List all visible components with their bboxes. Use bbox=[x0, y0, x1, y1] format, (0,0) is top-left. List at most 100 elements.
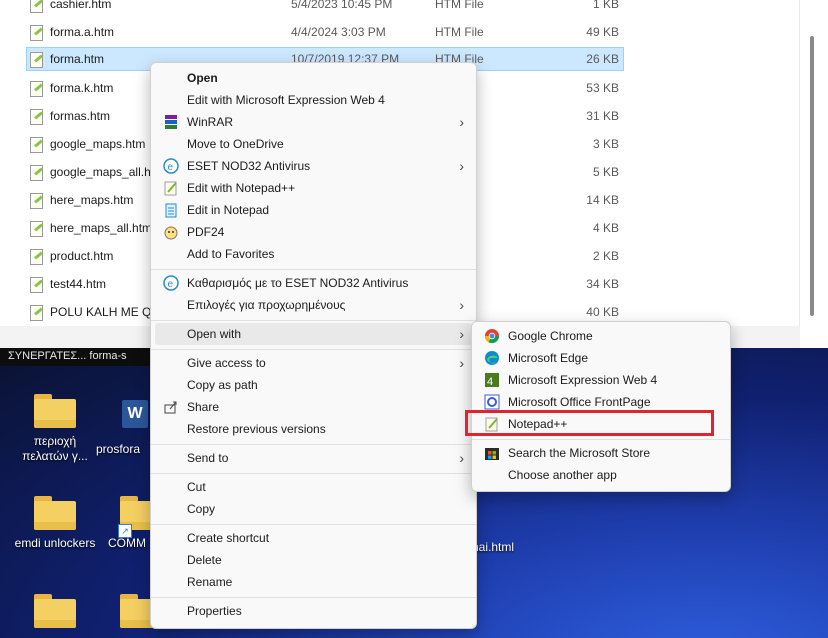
chrome-icon bbox=[484, 329, 500, 344]
file-size: 53 KB bbox=[586, 81, 619, 95]
menu-item-give-access-to[interactable]: Give access to › bbox=[155, 352, 472, 374]
htm-file-icon bbox=[30, 137, 43, 153]
app-label: Google Chrome bbox=[508, 329, 593, 343]
menu-item-add-to-favorites[interactable]: Add to Favorites bbox=[155, 243, 472, 265]
app-search-microsoft-store[interactable]: Search the Microsoft Store bbox=[476, 442, 726, 464]
menu-separator bbox=[151, 597, 476, 598]
frontpage-icon bbox=[484, 394, 500, 410]
desktop-icon-folder[interactable]: emdi unlockers bbox=[14, 496, 96, 551]
svg-text:e: e bbox=[168, 162, 174, 173]
app-label: Choose another app bbox=[508, 468, 617, 482]
htm-file-icon bbox=[30, 0, 43, 13]
menu-item-copy[interactable]: Copy bbox=[155, 498, 472, 520]
file-date: 4/4/2024 3:03 PM bbox=[291, 25, 386, 39]
menu-separator bbox=[151, 269, 476, 270]
notepadpp-icon bbox=[164, 181, 177, 196]
menu-item-edit-notepadpp[interactable]: Edit with Notepad++ bbox=[155, 177, 472, 199]
file-type: HTM File bbox=[435, 25, 484, 39]
menu-item-properties[interactable]: Properties bbox=[155, 600, 472, 622]
menu-item-edit-notepad[interactable]: Edit in Notepad bbox=[155, 199, 472, 221]
menu-item-label: Edit with Notepad++ bbox=[187, 181, 296, 195]
menu-item-label: Send to bbox=[187, 451, 229, 465]
chevron-right-icon: › bbox=[459, 297, 464, 313]
file-size: 2 KB bbox=[592, 249, 619, 263]
desktop-icon-folder[interactable]: περιοχή πελατών γ... bbox=[14, 394, 96, 464]
file-size: 14 KB bbox=[586, 193, 619, 207]
file-name: here_maps_all.htm bbox=[50, 221, 153, 235]
menu-item-label: Επιλογές για προχωρημένους bbox=[187, 298, 346, 312]
menu-separator bbox=[151, 349, 476, 350]
svg-text:4: 4 bbox=[487, 376, 493, 388]
file-row[interactable]: cashier.htm 5/4/2023 10:45 PM HTM File 1… bbox=[26, 0, 624, 16]
menu-item-rename[interactable]: Rename bbox=[155, 571, 472, 593]
menu-item-cut[interactable]: Cut bbox=[155, 476, 472, 498]
app-choose-another[interactable]: Choose another app bbox=[476, 464, 726, 486]
word-document-icon[interactable]: W bbox=[122, 400, 148, 428]
notepad-icon bbox=[165, 203, 177, 218]
file-name: google_maps_all.htm bbox=[50, 165, 165, 179]
file-name: cashier.htm bbox=[50, 0, 112, 11]
microsoft-store-icon bbox=[485, 448, 499, 460]
file-name: POLU KALH ME QR bbox=[50, 305, 161, 319]
menu-item-label: Delete bbox=[187, 553, 222, 567]
htm-file-icon bbox=[30, 52, 43, 68]
menu-item-send-to[interactable]: Send to › bbox=[155, 447, 472, 469]
htm-file-icon bbox=[30, 249, 43, 265]
desktop-icon-folder[interactable] bbox=[14, 594, 96, 634]
menu-item-label: Properties bbox=[187, 604, 242, 618]
menu-item-create-shortcut[interactable]: Create shortcut bbox=[155, 527, 472, 549]
menu-item-label: Move to OneDrive bbox=[187, 137, 284, 151]
menu-separator bbox=[151, 444, 476, 445]
file-name: formas.htm bbox=[50, 109, 111, 123]
folder-icon bbox=[34, 496, 76, 530]
htm-file-icon bbox=[30, 109, 43, 125]
chevron-right-icon: › bbox=[459, 355, 464, 371]
menu-item-open[interactable]: Open bbox=[155, 67, 472, 89]
app-expression-web[interactable]: 4 Microsoft Expression Web 4 bbox=[476, 369, 726, 391]
menu-item-label: Restore previous versions bbox=[187, 422, 326, 436]
menu-item-share[interactable]: Share bbox=[155, 396, 472, 418]
menu-item-edit-expression-web[interactable]: Edit with Microsoft Expression Web 4 bbox=[155, 89, 472, 111]
menu-item-restore-previous-versions[interactable]: Restore previous versions bbox=[155, 418, 472, 440]
file-name: google_maps.htm bbox=[50, 137, 146, 151]
desktop-icon-label: prosfora bbox=[96, 442, 141, 456]
chevron-right-icon: › bbox=[459, 158, 464, 174]
htm-file-icon bbox=[30, 81, 43, 97]
vertical-scrollbar[interactable] bbox=[799, 0, 828, 326]
share-icon bbox=[164, 401, 177, 414]
file-size: 40 KB bbox=[586, 305, 619, 319]
menu-item-label: Cut bbox=[187, 480, 206, 494]
file-row[interactable]: forma.a.htm 4/4/2024 3:03 PM HTM File 49… bbox=[26, 20, 624, 44]
menu-item-label: Open with bbox=[187, 327, 242, 341]
pdf24-icon bbox=[164, 226, 178, 240]
menu-item-copy-as-path[interactable]: Copy as path bbox=[155, 374, 472, 396]
menu-separator bbox=[472, 439, 730, 440]
edge-icon bbox=[485, 351, 499, 365]
menu-item-pdf24[interactable]: PDF24 bbox=[155, 221, 472, 243]
menu-item-move-to-onedrive[interactable]: Move to OneDrive bbox=[155, 133, 472, 155]
app-google-chrome[interactable]: Google Chrome bbox=[476, 325, 726, 347]
menu-separator bbox=[151, 473, 476, 474]
chevron-right-icon: › bbox=[459, 326, 464, 342]
app-microsoft-edge[interactable]: Microsoft Edge bbox=[476, 347, 726, 369]
menu-item-delete[interactable]: Delete bbox=[155, 549, 472, 571]
htm-file-icon bbox=[30, 25, 43, 41]
menu-item-label: Add to Favorites bbox=[187, 247, 275, 261]
scrollbar-thumb[interactable] bbox=[810, 36, 814, 316]
menu-item-eset[interactable]: e ESET NOD32 Antivirus › bbox=[155, 155, 472, 177]
menu-item-winrar[interactable]: WinRAR › bbox=[155, 111, 472, 133]
menu-item-label: Give access to bbox=[187, 356, 266, 370]
menu-item-open-with[interactable]: Open with › bbox=[155, 323, 472, 345]
desktop-icon-html[interactable]: nai.html bbox=[472, 540, 532, 555]
chevron-right-icon: › bbox=[459, 450, 464, 466]
menu-item-eset-scan[interactable]: e Καθαρισμός με το ESET NOD32 Antivirus bbox=[155, 272, 472, 294]
desktop-icon-word[interactable]: prosfora bbox=[96, 442, 156, 457]
file-size: 49 KB bbox=[586, 25, 619, 39]
menu-item-advanced-options[interactable]: Επιλογές για προχωρημένους › bbox=[155, 294, 472, 316]
eset-icon: e bbox=[163, 158, 179, 174]
file-name: product.htm bbox=[50, 249, 114, 263]
context-menu: Open Edit with Microsoft Expression Web … bbox=[150, 62, 477, 629]
annotation-highlight-box bbox=[465, 410, 714, 436]
chevron-right-icon: › bbox=[459, 114, 464, 130]
menu-item-label: Edit in Notepad bbox=[187, 203, 270, 217]
